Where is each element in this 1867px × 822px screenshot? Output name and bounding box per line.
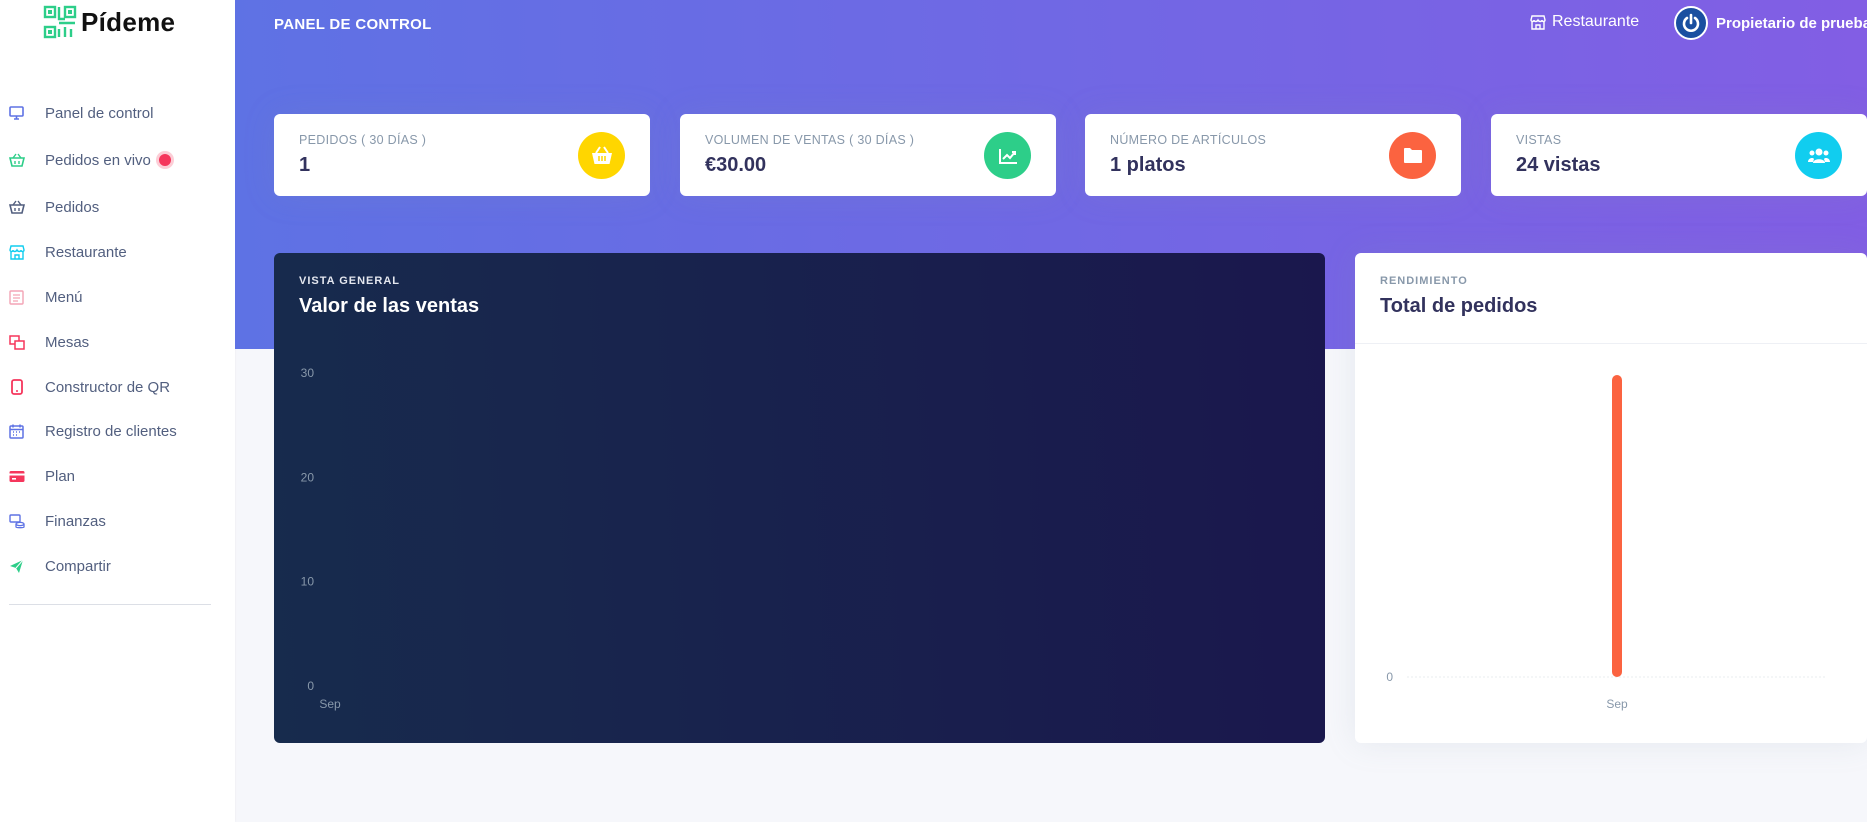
sidebar-item-label: Constructor de QR xyxy=(45,378,171,396)
y-tick-label: 0 xyxy=(1386,670,1393,684)
power-icon xyxy=(1682,13,1700,32)
finance-icon xyxy=(8,513,25,530)
restaurant-link[interactable]: Restaurante xyxy=(1530,13,1639,31)
bar xyxy=(1612,375,1622,677)
sidebar-item-plan[interactable]: Plan xyxy=(0,461,235,491)
sidebar-item-label: Plan xyxy=(45,467,76,485)
calendar-icon xyxy=(8,423,25,440)
x-tick-label: Sep xyxy=(319,697,341,711)
folder-icon xyxy=(1389,132,1436,179)
sidebar-item-panel-de-control[interactable]: Panel de control xyxy=(0,98,235,128)
users-icon xyxy=(1795,132,1842,179)
stat-card-sales-volume: VOLUMEN DE VENTAS ( 30 DÍAS ) €30.00 xyxy=(680,114,1056,196)
sidebar-item-registro-de-clientes[interactable]: Registro de clientes xyxy=(0,416,235,446)
user-name: Propietario de prueba xyxy=(1716,14,1867,32)
stat-title: VOLUMEN DE VENTAS ( 30 DÍAS ) xyxy=(705,133,915,147)
x-tick-label: Sep xyxy=(1606,697,1628,711)
tables-icon xyxy=(8,334,25,351)
sidebar-item-label: Menú xyxy=(45,288,83,306)
avatar xyxy=(1674,6,1708,40)
stat-title: VISTAS xyxy=(1516,133,1562,147)
sidebar-item-label: Registro de clientes xyxy=(45,422,177,440)
stat-card-items: NÚMERO DE ARTÍCULOS 1 platos xyxy=(1085,114,1461,196)
stat-card-views: VISTAS 24 vistas xyxy=(1491,114,1867,196)
stat-title: NÚMERO DE ARTÍCULOS xyxy=(1110,133,1267,147)
restaurant-link-label: Restaurante xyxy=(1552,13,1640,30)
sidebar-item-finanzas[interactable]: Finanzas xyxy=(0,506,235,536)
credit-card-icon xyxy=(8,468,25,485)
y-tick-label: 20 xyxy=(301,470,315,484)
sidebar-item-label: Pedidos xyxy=(45,198,100,216)
orders-chart-card: RENDIMIENTO Total de pedidos 0 Sep xyxy=(1355,253,1867,743)
monitor-icon xyxy=(8,105,25,122)
stat-value: €30.00 xyxy=(705,154,767,176)
sidebar-item-label: Panel de control xyxy=(45,104,154,122)
sidebar-item-constructor-de-qr[interactable]: Constructor de QR xyxy=(0,372,235,402)
basket-icon xyxy=(8,152,25,169)
brand-logo-icon xyxy=(43,5,77,39)
stat-value: 1 platos xyxy=(1110,154,1186,176)
sidebar-item-restaurante[interactable]: Restaurante xyxy=(0,237,235,267)
sidebar-item-label: Mesas xyxy=(45,333,90,351)
sidebar-divider xyxy=(9,604,211,605)
sales-line-chart: 0 10 20 30 Sep xyxy=(301,366,341,711)
sidebar-item-pedidos-en-vivo[interactable]: Pedidos en vivo xyxy=(0,145,235,175)
user-menu[interactable]: Propietario de prueba xyxy=(1674,6,1867,40)
stat-value: 1 xyxy=(299,154,311,176)
basket-icon xyxy=(8,199,25,216)
y-tick-label: 30 xyxy=(301,366,315,380)
sidebar-item-live-label: Pedidos en vivo xyxy=(45,151,151,169)
send-icon xyxy=(8,558,25,575)
sidebar-item-compartir[interactable]: Compartir xyxy=(0,551,235,581)
mobile-icon xyxy=(8,379,25,396)
sidebar-item-menu[interactable]: Menú xyxy=(0,282,235,312)
y-tick-label: 10 xyxy=(301,575,315,589)
sidebar-item-label: Finanzas xyxy=(45,512,106,530)
stat-card-orders: PEDIDOS ( 30 DÍAS ) 1 xyxy=(274,114,650,196)
shop-icon xyxy=(8,244,25,261)
sidebar-item-label: Restaurante xyxy=(45,243,127,261)
menu-icon xyxy=(8,289,25,306)
brand-name: Pídeme xyxy=(81,6,176,37)
brand[interactable]: Pídeme xyxy=(43,4,175,40)
basket-icon xyxy=(578,132,625,179)
orders-bar-chart: 0 Sep xyxy=(1386,375,1827,711)
shop-icon xyxy=(1530,14,1546,30)
sales-chart-card: VISTA GENERAL Valor de las ventas 0 10 20 3… xyxy=(274,253,1325,743)
sidebar-item-mesas[interactable]: Mesas xyxy=(0,327,235,357)
sidebar-item-label: Pedidos en vivo xyxy=(45,152,171,169)
sidebar: Pídeme Panel de control Pedidos en vivo … xyxy=(0,0,235,822)
stat-title: PEDIDOS ( 30 DÍAS ) xyxy=(299,133,427,147)
y-tick-label: 0 xyxy=(307,679,314,693)
page-title[interactable]: PANEL DE CONTROL xyxy=(274,16,432,33)
sidebar-item-label: Compartir xyxy=(45,557,111,575)
chart-line-icon xyxy=(984,132,1031,179)
live-indicator-dot xyxy=(158,153,171,166)
stat-value: 24 vistas xyxy=(1516,154,1601,176)
sidebar-item-pedidos[interactable]: Pedidos xyxy=(0,192,235,222)
